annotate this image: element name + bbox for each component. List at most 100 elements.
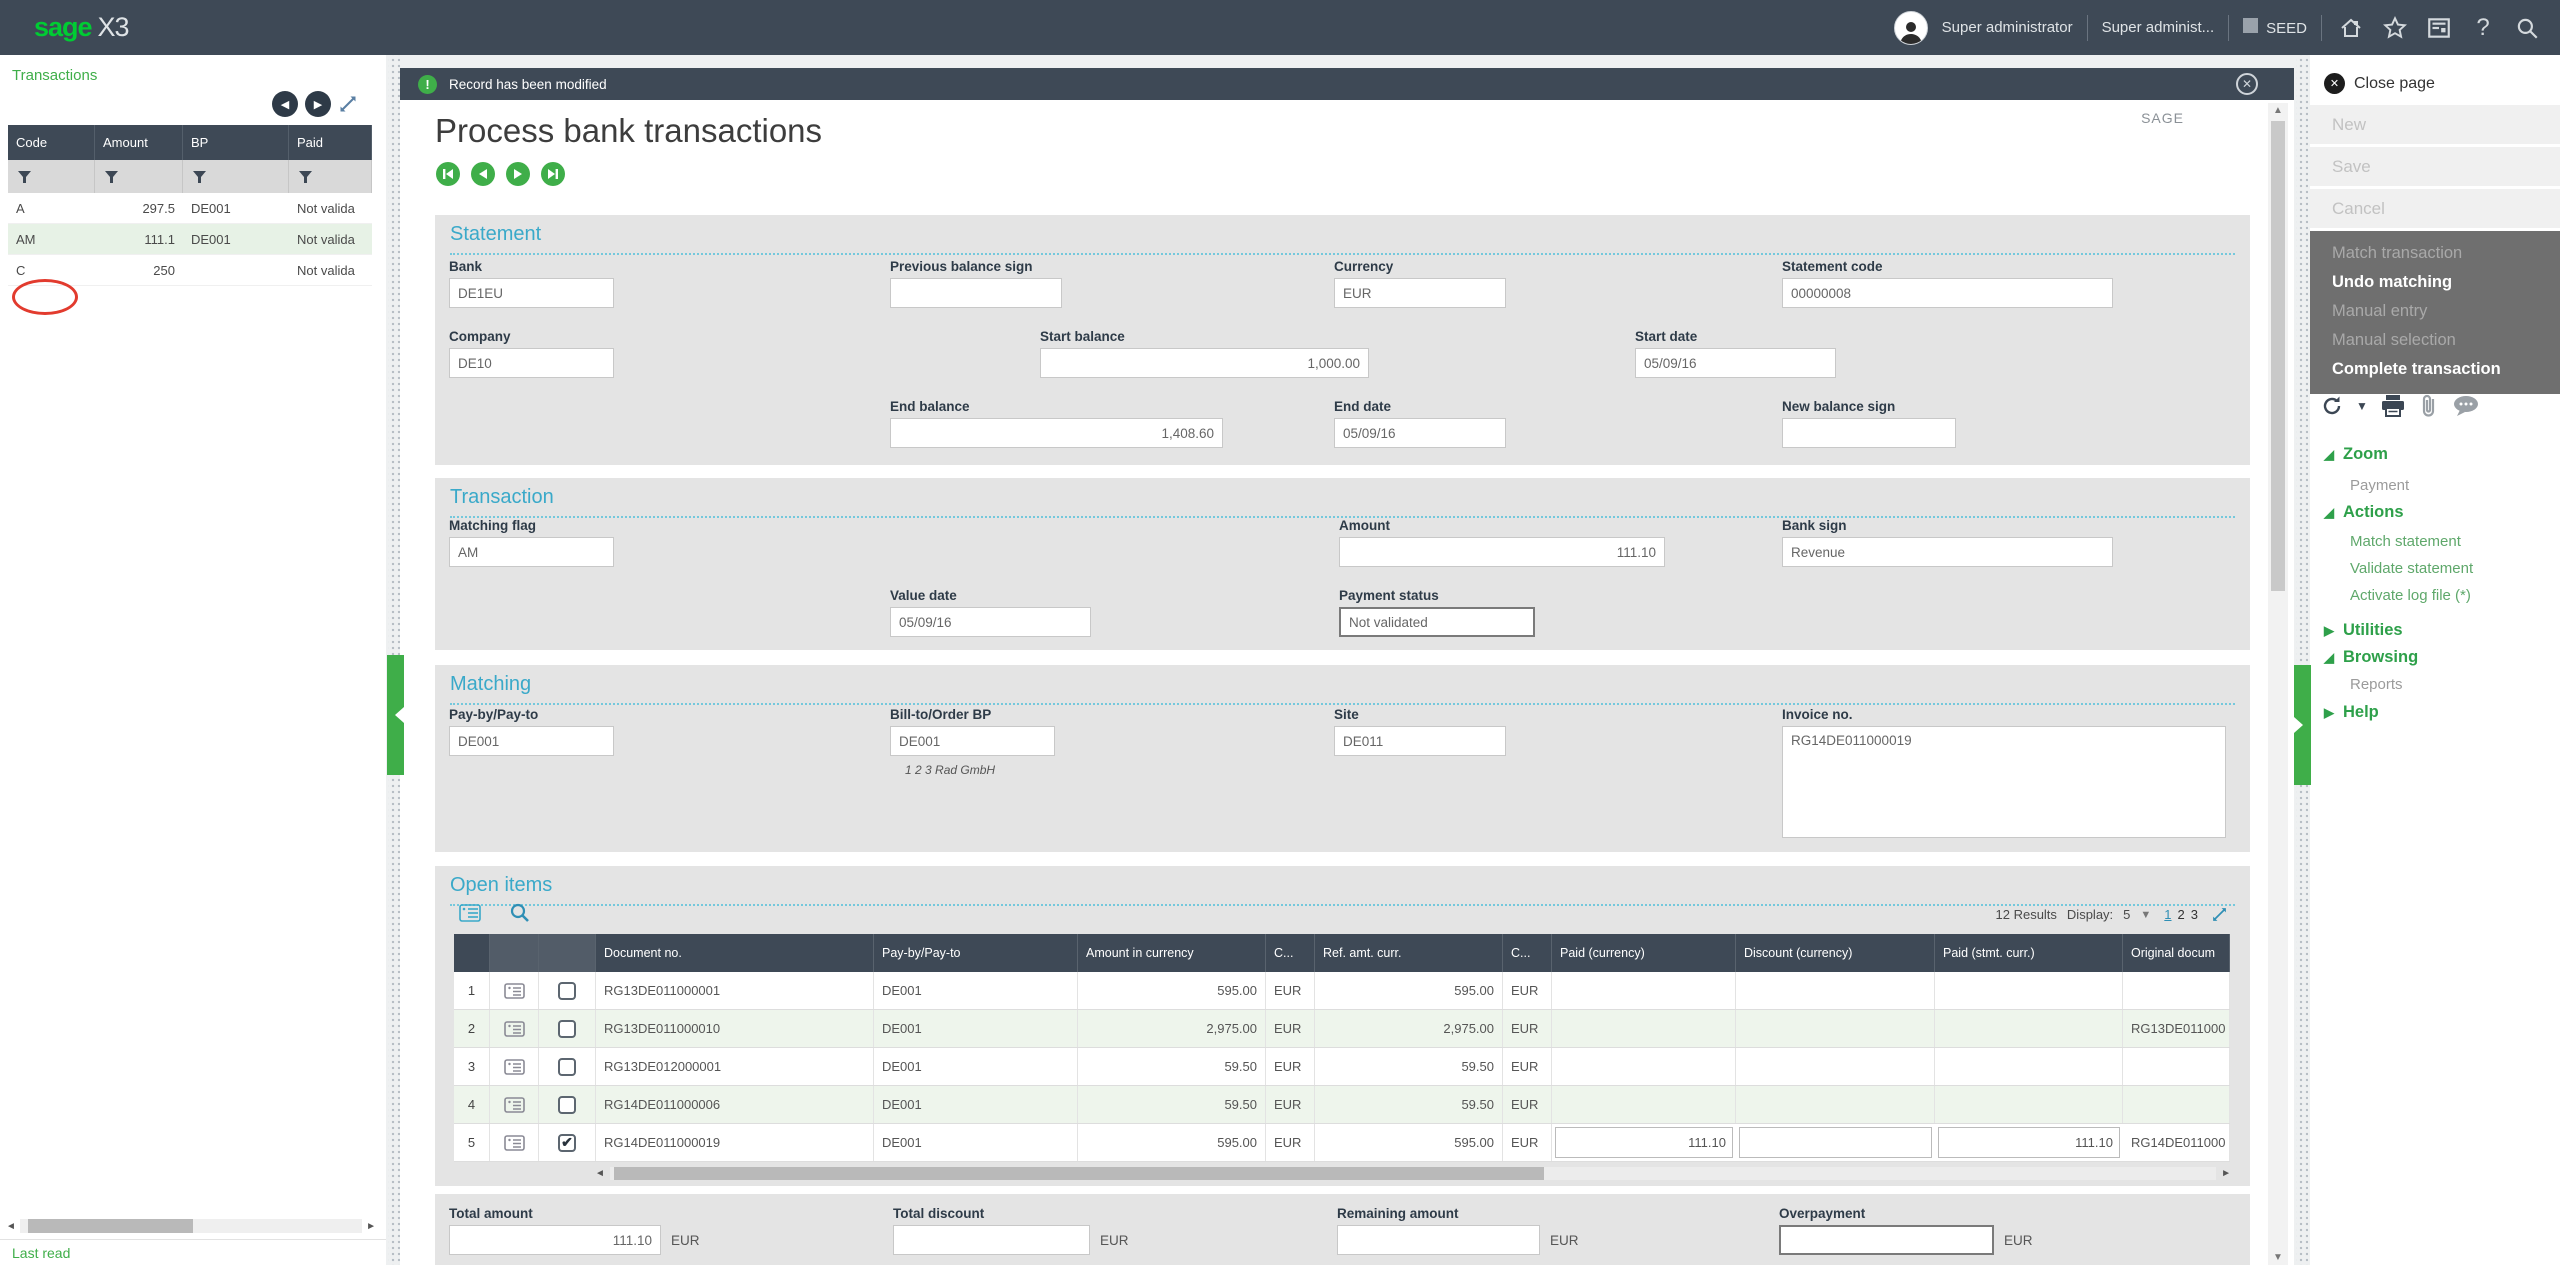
zoom-section-header[interactable]: ◢Zoom: [2324, 445, 2388, 464]
column-header-code[interactable]: Code: [8, 125, 95, 160]
close-page-button[interactable]: ✕ Close page: [2324, 73, 2435, 94]
col-ref-amt[interactable]: Ref. amt. curr.: [1315, 934, 1503, 972]
col-original-doc[interactable]: Original docum: [2123, 934, 2230, 972]
search-icon[interactable]: [2512, 13, 2542, 43]
match-statement-link[interactable]: Match statement: [2350, 533, 2461, 550]
grid-view-icon[interactable]: [459, 904, 481, 922]
column-header-paid[interactable]: Paid: [289, 125, 372, 160]
filter-funnel-icon[interactable]: [299, 171, 312, 183]
favorites-star-icon[interactable]: [2380, 13, 2410, 43]
matching-flag-input[interactable]: [449, 537, 614, 567]
match-transaction-button[interactable]: Match transaction: [2310, 239, 2560, 268]
display-dropdown-icon[interactable]: ▼: [2140, 909, 2151, 921]
cell-paid-stmt-editable[interactable]: 111.10: [1938, 1127, 2120, 1158]
expand-panel-icon[interactable]: [338, 94, 358, 114]
home-icon[interactable]: [2336, 13, 2366, 43]
open-item-row[interactable]: 2 RG13DE011000010 DE001 2,975.00 EUR 2,9…: [454, 1010, 2230, 1048]
refresh-dropdown-icon[interactable]: ▼: [2356, 399, 2368, 413]
page-1[interactable]: 1: [2164, 907, 2171, 922]
row-checkbox[interactable]: [558, 1096, 576, 1114]
start-date-input[interactable]: [1635, 348, 1836, 378]
help-icon[interactable]: ?: [2468, 13, 2498, 43]
col-cur-2[interactable]: C...: [1503, 934, 1552, 972]
column-header-bp[interactable]: BP: [183, 125, 289, 160]
value-date-input[interactable]: [890, 607, 1091, 637]
scrollbar-thumb[interactable]: [2271, 121, 2285, 591]
bank-sign-input[interactable]: [1782, 537, 2113, 567]
invoice-no-textarea[interactable]: RG14DE011000019: [1782, 726, 2226, 838]
bill-to-input[interactable]: [890, 726, 1055, 756]
row-checkbox[interactable]: [558, 1058, 576, 1076]
new-button[interactable]: New: [2310, 105, 2560, 144]
row-checkbox-checked[interactable]: ✔: [558, 1134, 576, 1152]
site-input[interactable]: [1334, 726, 1506, 756]
cell-paid-editable[interactable]: 111.10: [1555, 1127, 1733, 1158]
comment-icon[interactable]: [2452, 394, 2480, 418]
page-3[interactable]: 3: [2191, 907, 2198, 922]
news-widget-icon[interactable]: [2424, 13, 2454, 43]
filter-funnel-icon[interactable]: [18, 171, 31, 183]
row-detail-icon[interactable]: [504, 1135, 525, 1151]
user-avatar[interactable]: [1894, 11, 1928, 45]
column-header-amount[interactable]: Amount: [95, 125, 183, 160]
display-value[interactable]: 5: [2123, 907, 2130, 922]
help-section-header[interactable]: ▶Help: [2324, 703, 2379, 722]
col-paid-stmt[interactable]: Paid (stmt. curr.): [1935, 934, 2123, 972]
transaction-row-selected[interactable]: AM 111.1 DE001 Not valida: [8, 224, 372, 255]
row-detail-icon[interactable]: [504, 1021, 525, 1037]
transaction-row[interactable]: C 250 Not valida: [8, 255, 372, 286]
manual-selection-button[interactable]: Manual selection: [2310, 326, 2560, 355]
payment-status-input[interactable]: [1339, 607, 1535, 637]
total-amount-input[interactable]: [449, 1225, 661, 1255]
open-item-row-selected[interactable]: 5 ✔ RG14DE011000019 DE001 595.00 EUR 595…: [454, 1124, 2230, 1162]
open-items-hscrollbar[interactable]: ◄ ►: [595, 1166, 2231, 1181]
cancel-button[interactable]: Cancel: [2310, 189, 2560, 228]
end-balance-input[interactable]: [890, 418, 1223, 448]
total-discount-input[interactable]: [893, 1225, 1090, 1255]
attachment-icon[interactable]: [2418, 393, 2440, 419]
scroll-right-icon[interactable]: ►: [366, 1221, 376, 1232]
first-record-icon[interactable]: [436, 162, 460, 186]
endpoint-selector[interactable]: SEED: [2243, 18, 2307, 37]
scrollbar-thumb[interactable]: [28, 1219, 193, 1233]
expand-right-panel-handle[interactable]: [2294, 665, 2311, 785]
scroll-right-icon[interactable]: ►: [2221, 1168, 2231, 1179]
previous-record-icon[interactable]: [471, 162, 495, 186]
col-document-no[interactable]: Document no.: [596, 934, 874, 972]
row-detail-icon[interactable]: [504, 1097, 525, 1113]
undo-matching-button[interactable]: Undo matching: [2310, 268, 2560, 297]
reports-link[interactable]: Reports: [2350, 676, 2403, 693]
left-panel-hscrollbar[interactable]: ◄ ►: [6, 1217, 376, 1235]
search-table-icon[interactable]: [509, 902, 530, 923]
scroll-down-icon[interactable]: ▼: [2268, 1252, 2288, 1263]
remaining-amount-input[interactable]: [1337, 1225, 1540, 1255]
row-checkbox[interactable]: [558, 982, 576, 1000]
next-record-icon[interactable]: ▶: [305, 91, 331, 117]
user-name[interactable]: Super administrator: [1942, 19, 2073, 36]
transaction-row[interactable]: A 297.5 DE001 Not valida: [8, 193, 372, 224]
currency-input[interactable]: [1334, 278, 1506, 308]
zoom-payment-link[interactable]: Payment: [2350, 477, 2409, 494]
collapse-left-panel-handle[interactable]: [387, 655, 404, 775]
scroll-up-icon[interactable]: ▲: [2268, 105, 2288, 116]
col-discount-currency[interactable]: Discount (currency): [1736, 934, 1935, 972]
cell-discount-editable[interactable]: [1739, 1127, 1932, 1158]
previous-balance-sign-input[interactable]: [890, 278, 1062, 308]
open-item-row[interactable]: 1 RG13DE011000001 DE001 595.00 EUR 595.0…: [454, 972, 2230, 1010]
pay-by-input[interactable]: [449, 726, 614, 756]
company-input[interactable]: [449, 348, 614, 378]
col-paid-currency[interactable]: Paid (currency): [1552, 934, 1736, 972]
last-record-icon[interactable]: [541, 162, 565, 186]
complete-transaction-button[interactable]: Complete transaction: [2310, 355, 2560, 384]
row-detail-icon[interactable]: [504, 983, 525, 999]
next-record-icon[interactable]: [506, 162, 530, 186]
row-detail-icon[interactable]: [504, 1059, 525, 1075]
utilities-section-header[interactable]: ▶Utilities: [2324, 621, 2403, 640]
col-cur-1[interactable]: C...: [1266, 934, 1315, 972]
filter-funnel-icon[interactable]: [105, 171, 118, 183]
activate-log-file-link[interactable]: Activate log file (*): [2350, 587, 2471, 604]
prev-record-icon[interactable]: ◀: [272, 91, 298, 117]
user-role[interactable]: Super administ...: [2102, 19, 2215, 36]
scrollbar-thumb[interactable]: [614, 1167, 1544, 1180]
print-icon[interactable]: [2380, 394, 2406, 418]
